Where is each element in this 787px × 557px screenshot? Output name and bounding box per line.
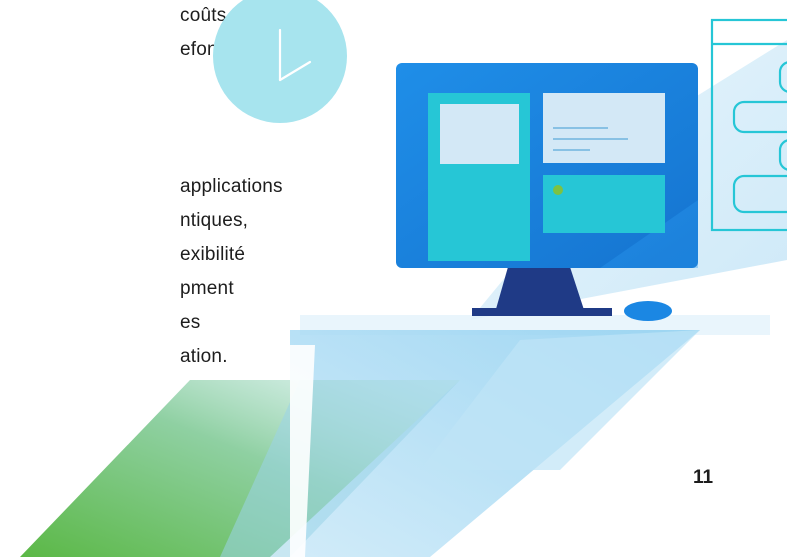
desktop-illustration [20, 0, 787, 557]
clock-icon [213, 0, 347, 123]
page-number: 11 [693, 467, 714, 488]
mouse-icon [624, 301, 672, 321]
